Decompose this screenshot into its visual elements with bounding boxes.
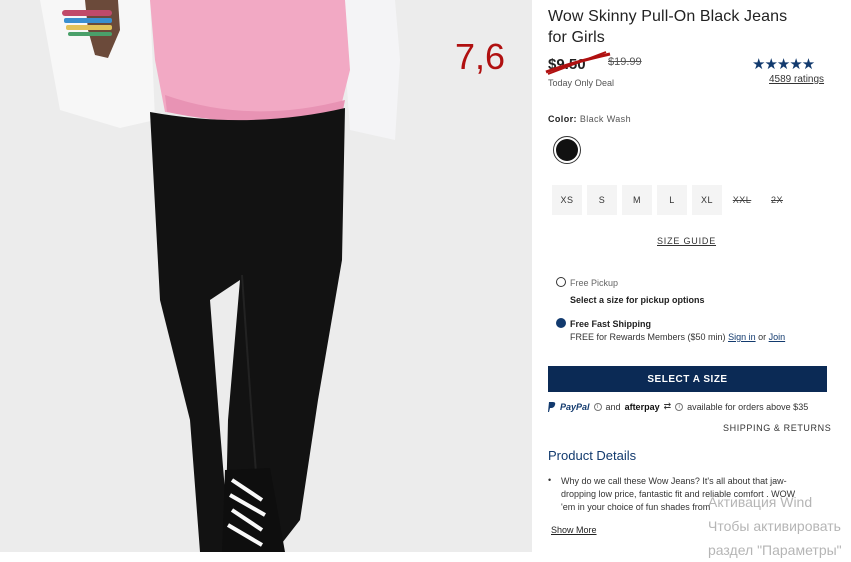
payment-options: PayPal i and afterpay ⇄ i available for … bbox=[548, 401, 808, 412]
details-bullet: • bbox=[548, 475, 552, 485]
size-s[interactable]: S bbox=[587, 185, 617, 215]
size-xl[interactable]: XL bbox=[692, 185, 722, 215]
shipping-returns-link[interactable]: SHIPPING & RETURNS bbox=[723, 423, 831, 433]
color-value: Black Wash bbox=[579, 114, 631, 124]
payment-note: available for orders above $35 bbox=[687, 401, 809, 412]
size-guide-link[interactable]: SIZE GUIDE bbox=[657, 236, 716, 246]
price-row: $9.50 $19.99 bbox=[545, 51, 642, 75]
annotation-text: 7,6 bbox=[455, 36, 506, 77]
size-2x-unavailable[interactable]: 2X bbox=[762, 185, 792, 215]
shipping-label: Free Fast Shipping bbox=[570, 319, 652, 329]
afterpay-info-icon[interactable]: i bbox=[675, 402, 684, 411]
swatch-dot bbox=[556, 139, 578, 161]
red-strike-annotation bbox=[545, 51, 611, 75]
size-selector: XS S M L XL XXL 2X bbox=[552, 185, 792, 215]
pickup-subtext: Select a size for pickup options bbox=[570, 295, 705, 305]
sign-in-link[interactable]: Sign in bbox=[728, 332, 756, 342]
deal-label: Today Only Deal bbox=[548, 78, 615, 88]
paypal-label: PayPal bbox=[560, 401, 590, 412]
show-more-link[interactable]: Show More bbox=[551, 525, 597, 535]
and-text: and bbox=[605, 401, 621, 412]
shipping-subtext: FREE for Rewards Members ($50 min) Sign … bbox=[570, 332, 785, 342]
color-label-prefix: Color: bbox=[548, 114, 577, 124]
join-link[interactable]: Join bbox=[769, 332, 786, 342]
afterpay-logo-icon: ⇄ bbox=[663, 401, 672, 411]
watermark-line-2: Чтобы активировать bbox=[708, 518, 841, 534]
product-image bbox=[0, 0, 532, 552]
size-xxl-unavailable[interactable]: XXL bbox=[727, 185, 757, 215]
paypal-icon bbox=[548, 401, 556, 412]
shipping-sub-text: FREE for Rewards Members ($50 min) bbox=[570, 332, 726, 342]
color-label: Color: Black Wash bbox=[548, 114, 631, 124]
ratings-count-link[interactable]: 4589 ratings bbox=[769, 74, 824, 85]
select-size-button[interactable]: SELECT A SIZE bbox=[548, 366, 827, 392]
shipping-radio[interactable] bbox=[556, 318, 566, 328]
color-swatch-black-wash[interactable] bbox=[553, 136, 581, 164]
afterpay-label: afterpay bbox=[624, 401, 660, 412]
size-l[interactable]: L bbox=[657, 185, 687, 215]
paypal-info-icon[interactable]: i bbox=[593, 402, 602, 411]
original-price: $19.99 bbox=[608, 56, 642, 68]
rating-stars[interactable]: ★★★★★ bbox=[752, 55, 815, 73]
size-m[interactable]: M bbox=[622, 185, 652, 215]
watermark-line-3: раздел "Параметры" bbox=[708, 542, 842, 558]
pickup-label: Free Pickup bbox=[570, 278, 619, 288]
or-text: or bbox=[758, 332, 767, 342]
windows-activation-watermark: Активация Wind Чтобы активировать раздел… bbox=[708, 490, 851, 562]
product-details-heading[interactable]: Product Details bbox=[548, 448, 636, 463]
watermark-line-1: Активация Wind bbox=[708, 494, 813, 510]
product-title: Wow Skinny Pull-On Black Jeans for Girls bbox=[548, 8, 788, 46]
product-photo-drawing bbox=[0, 0, 532, 552]
pickup-radio[interactable] bbox=[556, 277, 566, 287]
size-xs[interactable]: XS bbox=[552, 185, 582, 215]
